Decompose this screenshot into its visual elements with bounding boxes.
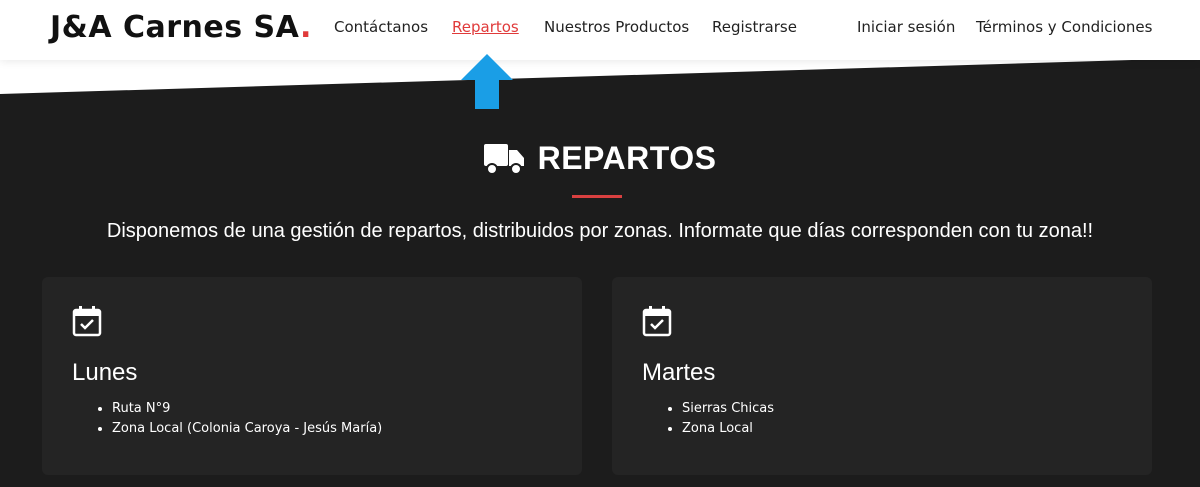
list-item: Sierras Chicas <box>682 399 774 419</box>
card-day: Lunes <box>72 359 138 386</box>
logo-text: J&A Carnes SA <box>50 10 300 45</box>
header-slant-divider <box>0 58 1200 94</box>
calendar-check-icon <box>642 306 672 337</box>
nav-terminos[interactable]: Términos y Condiciones <box>976 18 1152 36</box>
schedule-card-lunes: Lunes Ruta N°9 Zona Local (Colonia Caroy… <box>42 277 582 475</box>
site-header: J&A Carnes SA. Contáctanos Repartos Nues… <box>0 0 1200 60</box>
nav-repartos[interactable]: Repartos <box>452 18 519 36</box>
section-subtitle: Disponemos de una gestión de repartos, d… <box>106 220 1094 242</box>
schedule-card-martes: Martes Sierras Chicas Zona Local <box>612 277 1152 475</box>
truck-icon <box>483 143 524 175</box>
nav-contactanos[interactable]: Contáctanos <box>334 18 428 36</box>
nav-registrarse[interactable]: Registrarse <box>712 18 797 36</box>
section-heading: REPARTOS <box>0 140 1200 177</box>
list-item: Zona Local (Colonia Caroya - Jesús María… <box>112 419 382 439</box>
list-item: Zona Local <box>682 419 774 439</box>
nav-iniciar-sesion[interactable]: Iniciar sesión <box>857 18 955 36</box>
card-zone-list: Sierras Chicas Zona Local <box>682 399 774 439</box>
logo-dot: . <box>299 10 312 45</box>
nav-nuestros-productos[interactable]: Nuestros Productos <box>544 18 689 36</box>
title-underline <box>572 195 622 198</box>
list-item: Ruta N°9 <box>112 399 382 419</box>
card-day: Martes <box>642 359 716 386</box>
calendar-check-icon <box>72 306 102 337</box>
annotation-arrow-icon <box>461 54 513 109</box>
section-title: REPARTOS <box>537 140 717 176</box>
card-zone-list: Ruta N°9 Zona Local (Colonia Caroya - Je… <box>112 399 382 439</box>
site-logo[interactable]: J&A Carnes SA. <box>50 10 312 45</box>
